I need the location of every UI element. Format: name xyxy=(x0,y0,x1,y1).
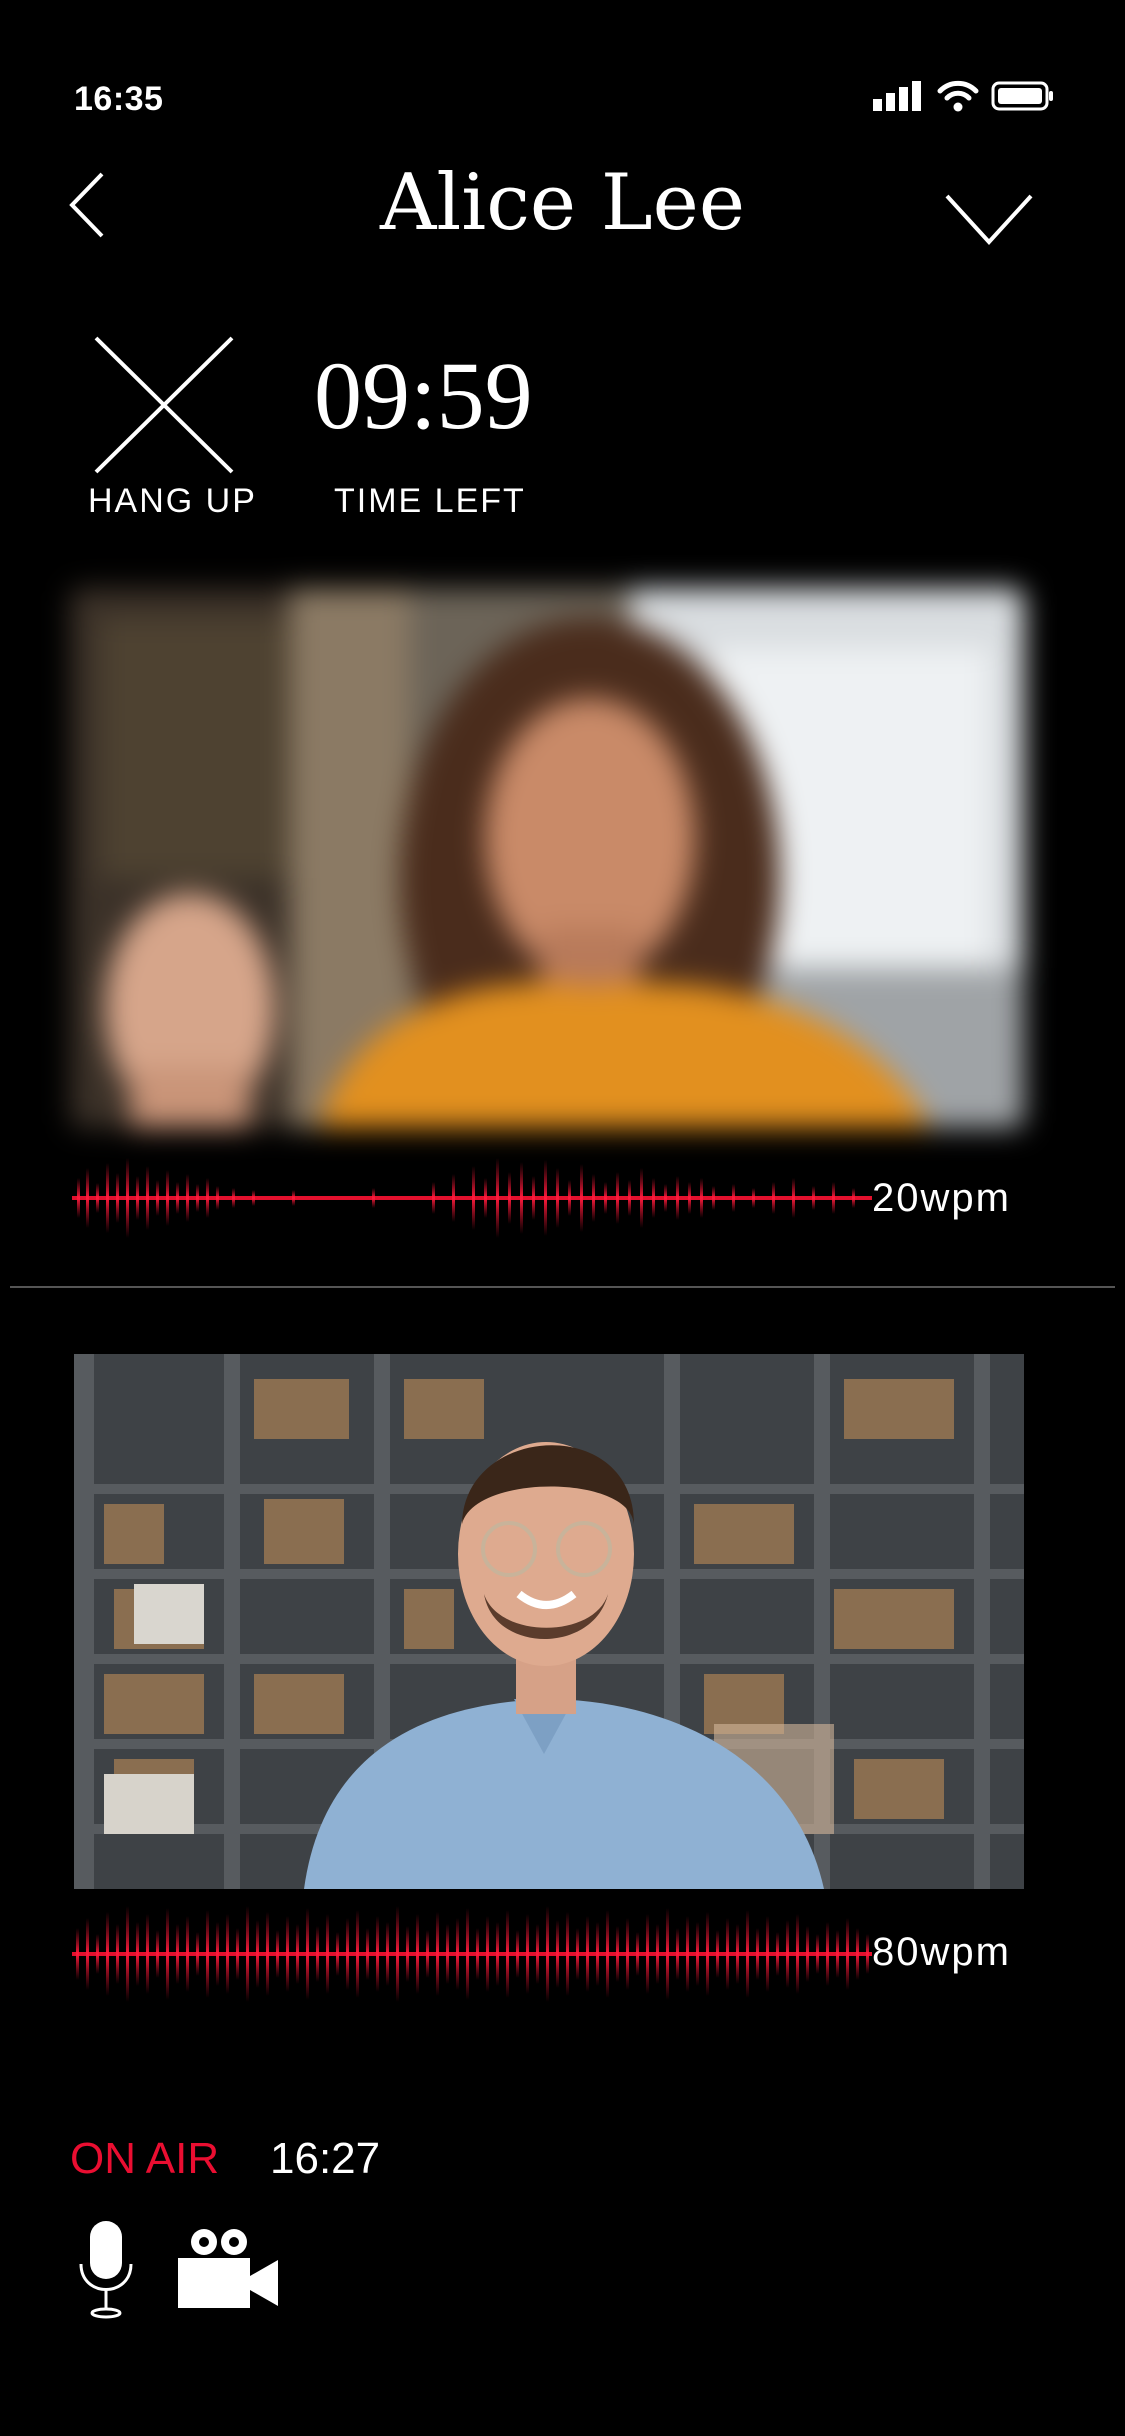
status-icons xyxy=(873,80,1055,112)
on-air-time: 16:27 xyxy=(270,2134,381,2183)
status-time: 16:35 xyxy=(74,80,164,118)
wifi-icon xyxy=(937,80,979,112)
chevron-down-icon[interactable] xyxy=(945,192,1033,246)
time-left-value: 09:59 xyxy=(314,342,533,449)
on-air-label: ON AIR xyxy=(70,2134,220,2183)
local-video xyxy=(74,1354,1024,1889)
microphone-icon[interactable] xyxy=(76,2218,136,2320)
time-left-label: TIME LEFT xyxy=(334,482,526,520)
remote-wpm: 20wpm xyxy=(872,1176,1011,1220)
local-video-image xyxy=(74,1354,1024,1889)
local-audio-waveform xyxy=(72,1906,872,2002)
battery-icon xyxy=(991,81,1053,111)
divider xyxy=(10,1286,1115,1288)
remote-audio-waveform xyxy=(72,1158,872,1238)
video-camera-icon[interactable] xyxy=(176,2226,280,2310)
local-wpm: 80wpm xyxy=(872,1930,1011,1974)
signal-icon xyxy=(873,81,921,111)
call-screen: 16:35 Alice Lee HANG UP 09:59 TIME LEFT xyxy=(0,0,1125,2436)
remote-video xyxy=(70,588,1024,1128)
hang-up-button[interactable] xyxy=(90,330,240,480)
hang-up-label: HANG UP xyxy=(88,482,257,520)
remote-video-image xyxy=(70,588,1024,1128)
